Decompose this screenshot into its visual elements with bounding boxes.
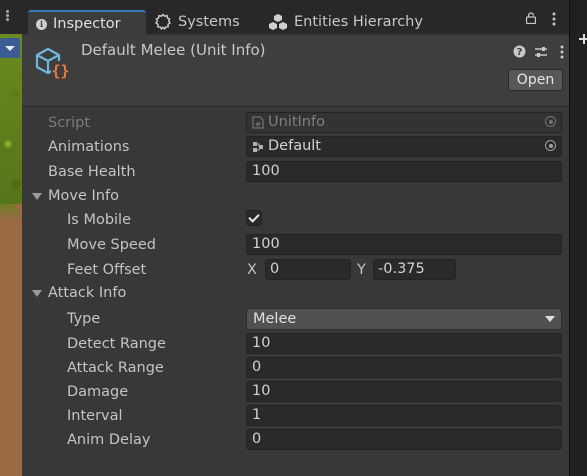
script-file-icon: #: [252, 116, 264, 129]
tab-systems-label: Systems: [178, 14, 240, 30]
add-icon[interactable]: [579, 34, 587, 44]
interval-label: Interval: [67, 408, 123, 424]
is-mobile-label: Is Mobile: [67, 212, 132, 228]
systems-icon: [154, 13, 172, 31]
feet-offset-label: Feet Offset: [67, 262, 147, 278]
move-speed-row: Move Speed 100: [22, 234, 569, 258]
foldout-arrow-icon[interactable]: [32, 193, 42, 200]
animations-row: Animations Default: [22, 136, 569, 160]
detect-range-row: Detect Range 10: [22, 333, 569, 357]
anim-delay-field[interactable]: 0: [246, 429, 562, 450]
damage-field[interactable]: 10: [246, 381, 562, 402]
attack-range-label: Attack Range: [67, 360, 164, 376]
feet-offset-x-label: X: [247, 262, 257, 278]
asset-title: Default Melee (Unit Info): [81, 41, 266, 59]
tab-entities-label: Entities Hierarchy: [294, 14, 423, 30]
info-icon: i: [36, 18, 47, 30]
move-info-foldout[interactable]: Move Info: [22, 185, 569, 209]
detect-range-label: Detect Range: [67, 336, 166, 352]
inspector-header: {} Default Melee (Unit Info) ? Open: [22, 36, 569, 107]
animation-asset-icon: [253, 141, 263, 152]
more-options-icon[interactable]: [6, 14, 9, 17]
tab-inspector-label: Inspector: [53, 16, 121, 32]
script-label: Script: [48, 115, 91, 131]
object-picker-icon: [545, 116, 556, 127]
attack-range-field[interactable]: 0: [246, 357, 562, 378]
anim-delay-label: Anim Delay: [67, 432, 151, 448]
move-speed-field[interactable]: 100: [246, 234, 562, 255]
anim-delay-row: Anim Delay 0: [22, 429, 569, 453]
interval-row: Interval 1: [22, 405, 569, 429]
scene-dropdown-button[interactable]: [0, 38, 20, 58]
move-info-label: Move Info: [48, 188, 119, 204]
is-mobile-row: Is Mobile: [22, 209, 569, 233]
script-field: # UnitInfo: [246, 112, 562, 133]
kebab-menu-icon[interactable]: [552, 12, 556, 26]
interval-field[interactable]: 1: [246, 405, 562, 426]
feet-offset-y-label: Y: [357, 262, 366, 278]
scene-dirt: [0, 204, 22, 476]
scene-view-strip: [0, 0, 22, 476]
attack-info-foldout[interactable]: Attack Info: [22, 282, 569, 306]
tab-inspector[interactable]: i Inspector: [28, 10, 146, 36]
type-value: Melee: [253, 311, 297, 327]
is-mobile-checkbox[interactable]: [246, 210, 262, 226]
feet-offset-row: Feet Offset X 0 Y -0.375: [22, 259, 569, 283]
detect-range-field[interactable]: 10: [246, 333, 562, 354]
svg-text:{}: {}: [51, 62, 69, 80]
entities-icon: [269, 14, 287, 30]
scene-grass: [0, 34, 22, 204]
presets-icon[interactable]: [533, 44, 548, 59]
damage-row: Damage 10: [22, 381, 569, 405]
object-picker-icon[interactable]: [545, 140, 556, 151]
tab-bar: i Inspector Systems Entities Hierarchy: [22, 0, 569, 36]
script-row: Script # UnitInfo: [22, 112, 569, 136]
inspector-panel: i Inspector Systems Entities Hierarchy {…: [22, 0, 569, 476]
help-icon[interactable]: ?: [512, 44, 527, 59]
base-health-field[interactable]: 100: [246, 161, 562, 182]
animations-value: Default: [268, 138, 321, 154]
move-speed-label: Move Speed: [67, 237, 156, 253]
animations-field[interactable]: Default: [246, 136, 562, 157]
animations-label: Animations: [48, 139, 130, 155]
component-menu-icon[interactable]: [554, 44, 569, 59]
feet-offset-x-field[interactable]: 0: [265, 259, 351, 280]
tab-entities-hierarchy[interactable]: Entities Hierarchy: [268, 10, 423, 34]
type-dropdown[interactable]: Melee: [246, 308, 562, 330]
script-value: UnitInfo: [268, 114, 325, 130]
attack-range-row: Attack Range 0: [22, 357, 569, 381]
header-actions: ?: [512, 44, 569, 59]
scriptable-object-icon: {}: [35, 47, 70, 80]
tab-systems[interactable]: Systems: [154, 10, 240, 34]
type-label: Type: [67, 311, 101, 327]
feet-offset-y-field[interactable]: -0.375: [373, 259, 456, 280]
foldout-arrow-icon[interactable]: [32, 290, 42, 297]
svg-text:?: ?: [517, 47, 523, 58]
type-row: Type Melee: [22, 308, 569, 332]
chevron-down-icon: [545, 316, 555, 322]
open-button[interactable]: Open: [508, 69, 563, 91]
attack-info-label: Attack Info: [48, 285, 127, 301]
lock-icon[interactable]: [526, 12, 536, 24]
scene-toolbar: [0, 0, 22, 34]
svg-text:#: #: [255, 121, 261, 129]
base-health-label: Base Health: [48, 164, 136, 180]
damage-label: Damage: [67, 384, 129, 400]
adjacent-panel-strip: [569, 0, 587, 476]
base-health-row: Base Health 100: [22, 161, 569, 185]
